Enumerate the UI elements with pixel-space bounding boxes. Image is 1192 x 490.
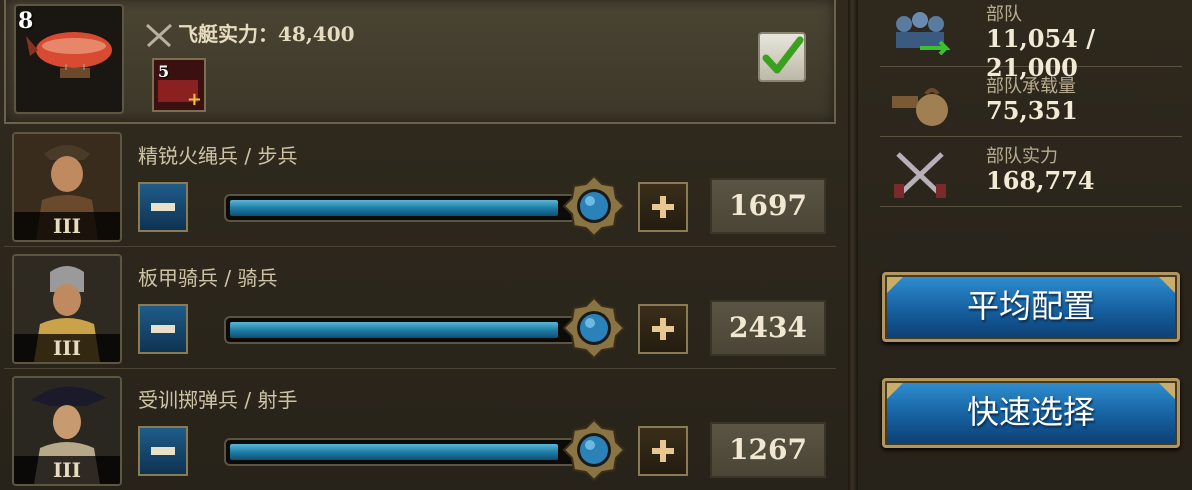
troop-row: III 精锐火绳兵 / 步兵 1697 xyxy=(4,128,836,247)
troop-row: III 板甲骑兵 / 骑兵 2434 xyxy=(4,250,836,369)
slider-knob[interactable] xyxy=(562,296,626,360)
corner-ornament xyxy=(1159,277,1175,293)
crossed-pistols-icon xyxy=(894,152,946,198)
troop-rank: III xyxy=(14,456,120,484)
plus-icon xyxy=(652,196,674,218)
troops-icon xyxy=(896,12,950,56)
card-count: 5 xyxy=(158,62,170,81)
airship-row[interactable]: 8 飞艇实力：48,400 5 + xyxy=(4,0,836,124)
average-config-button[interactable]: 平均配置 xyxy=(882,272,1180,342)
increase-button[interactable] xyxy=(638,304,688,354)
average-config-label: 平均配置 xyxy=(966,287,1095,325)
plus-icon xyxy=(652,440,674,462)
corner-ornament xyxy=(887,277,903,293)
capacity-label: 部队承载量 xyxy=(986,76,1076,97)
troop-slider[interactable] xyxy=(226,318,576,342)
airship-portrait: 8 xyxy=(14,4,124,114)
airship-card[interactable]: 5 + xyxy=(152,58,206,112)
troop-portrait: III xyxy=(12,376,122,486)
panel-divider xyxy=(848,0,858,490)
troop-slider[interactable] xyxy=(226,440,576,464)
troop-name: 受训掷弹兵 / 射手 xyxy=(138,388,298,412)
corner-ornament xyxy=(887,383,903,399)
stat-capacity: 部队承载量 75,351 xyxy=(880,70,1182,137)
stat-power: 部队实力 168,774 xyxy=(880,140,1182,207)
slider-fill xyxy=(230,444,559,460)
airship-power: 飞艇实力：48,400 xyxy=(178,22,355,46)
slider-fill xyxy=(230,322,559,338)
power-label: 部队实力 xyxy=(986,146,1058,167)
cargo-sack-icon xyxy=(892,88,948,126)
crossed-pistols-icon xyxy=(145,23,173,48)
troop-rank: III xyxy=(14,334,120,362)
quick-select-label: 快速选择 xyxy=(966,393,1095,431)
quick-select-button[interactable]: 快速选择 xyxy=(882,378,1180,448)
troop-portrait: III xyxy=(12,132,122,242)
slider-knob[interactable] xyxy=(562,174,626,238)
troop-count[interactable]: 2434 xyxy=(710,300,826,356)
stat-troops: 部队 11,054 / 21,000 xyxy=(880,0,1182,82)
card-plus-icon: + xyxy=(186,89,202,110)
slider-knob[interactable] xyxy=(562,418,626,482)
increase-button[interactable] xyxy=(638,426,688,476)
airship-level: 8 xyxy=(18,8,34,34)
troop-name: 精锐火绳兵 / 步兵 xyxy=(138,144,298,168)
increase-button[interactable] xyxy=(638,182,688,232)
troop-rank: III xyxy=(14,212,120,240)
troop-row: III 受训掷弹兵 / 射手 1267 xyxy=(4,372,836,490)
corner-ornament xyxy=(1159,383,1175,399)
troop-portrait: III xyxy=(12,254,122,364)
airship-checkbox[interactable] xyxy=(758,32,806,82)
decrease-button[interactable] xyxy=(138,182,188,232)
decrease-button[interactable] xyxy=(138,304,188,354)
troop-count[interactable]: 1267 xyxy=(710,422,826,478)
troops-label: 部队 xyxy=(986,4,1022,25)
troop-slider[interactable] xyxy=(226,196,576,220)
troop-name: 板甲骑兵 / 骑兵 xyxy=(138,266,278,290)
minus-icon xyxy=(151,325,175,333)
slider-fill xyxy=(230,200,559,216)
plus-icon xyxy=(652,318,674,340)
power-value: 168,774 xyxy=(986,166,1095,195)
minus-icon xyxy=(151,447,175,455)
checkmark-icon xyxy=(762,36,804,74)
capacity-value: 75,351 xyxy=(986,96,1078,125)
minus-icon xyxy=(151,203,175,211)
decrease-button[interactable] xyxy=(138,426,188,476)
troop-count[interactable]: 1697 xyxy=(710,178,826,234)
